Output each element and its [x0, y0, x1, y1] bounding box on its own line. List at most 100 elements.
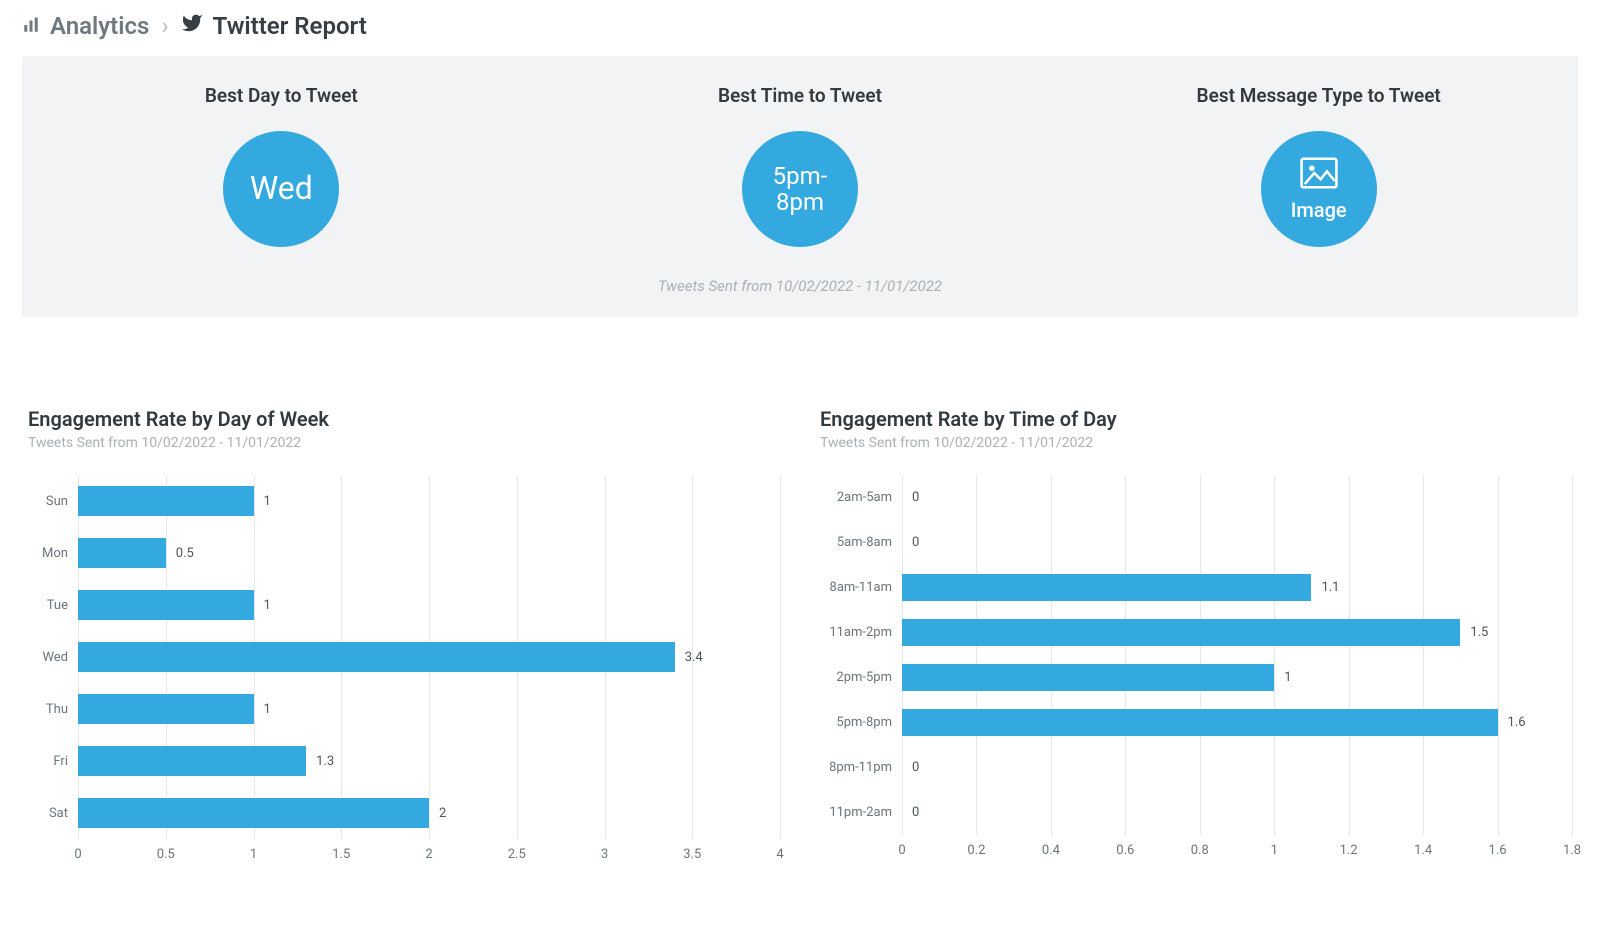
chart-y-label: 8am-11am [820, 565, 902, 610]
chart-grid-line [780, 475, 781, 839]
chart-bar-value: 2 [439, 806, 446, 821]
summary-title: Best Day to Tweet [205, 84, 358, 107]
chart-bar-row: 0.5 [78, 527, 780, 579]
chart-bar[interactable] [902, 709, 1498, 736]
summary-title: Best Time to Tweet [718, 84, 882, 107]
chart-bar-row: 0 [902, 520, 1572, 565]
charts-row: Engagement Rate by Day of Week Tweets Se… [0, 317, 1600, 867]
chart-y-label: 5am-8am [820, 520, 902, 565]
chart-x-tick: 0.5 [157, 847, 175, 862]
summary-value-circle: Wed [223, 131, 339, 247]
chart-bar[interactable] [78, 538, 166, 568]
breadcrumb-twitter-report[interactable]: Twitter Report [181, 12, 367, 40]
chart-y-label: Fri [28, 735, 78, 787]
chart-bar[interactable] [78, 746, 306, 776]
breadcrumb-analytics[interactable]: Analytics [22, 12, 149, 40]
summary-value: 5pm- 8pm [773, 163, 828, 216]
chart-x-tick: 0.4 [1042, 843, 1060, 858]
chart-bar-value: 0 [912, 760, 919, 775]
chart-y-label: 11am-2pm [820, 610, 902, 655]
chart-bar-value: 1 [264, 598, 271, 613]
chart-y-labels: 2am-5am5am-8am8am-11am11am-2pm2pm-5pm5pm… [820, 475, 902, 835]
chart-x-tick: 3 [601, 847, 608, 862]
chart-y-label: 2pm-5pm [820, 655, 902, 700]
chart-y-label: Mon [28, 527, 78, 579]
chart-bar[interactable] [902, 619, 1460, 646]
chart-x-tick: 1.5 [332, 847, 350, 862]
chart-x-tick: 1.4 [1414, 843, 1432, 858]
chart-title: Engagement Rate by Time of Day [820, 407, 1572, 431]
chart-bar-value: 0 [912, 535, 919, 550]
chart-x-axis: 00.511.522.533.54 [78, 841, 780, 867]
chart-x-tick: 0.2 [967, 843, 985, 858]
chart-bar-value: 1 [1284, 670, 1291, 685]
chart-x-tick: 2.5 [508, 847, 526, 862]
chart-bar-row: 1 [78, 475, 780, 527]
chart-x-tick: 4 [776, 847, 783, 862]
chart-x-tick: 1 [250, 847, 257, 862]
chart-x-tick: 1.2 [1340, 843, 1358, 858]
chart-bar-value: 0 [912, 805, 919, 820]
breadcrumb: Analytics › Twitter Report [0, 0, 1600, 50]
chart-bar-row: 1.1 [902, 565, 1572, 610]
chart-bar[interactable] [78, 694, 254, 724]
summary-card-best-day: Best Day to Tweet Wed [22, 84, 541, 247]
chart-bar-row: 0 [902, 475, 1572, 520]
summary-value: Image [1291, 199, 1347, 221]
image-icon [1300, 157, 1338, 193]
chart-bar-row: 1.6 [902, 700, 1572, 745]
chart-x-tick: 1.8 [1563, 843, 1581, 858]
chart-bar[interactable] [78, 486, 254, 516]
chevron-right-icon: › [161, 12, 168, 40]
summary-date-range: Tweets Sent from 10/02/2022 - 11/01/2022 [22, 277, 1578, 295]
chart-bar-value: 1.1 [1321, 580, 1339, 595]
chart-subtitle: Tweets Sent from 10/02/2022 - 11/01/2022 [820, 435, 1572, 451]
chart-x-tick: 0.6 [1116, 843, 1134, 858]
chart-x-tick: 0 [898, 843, 905, 858]
chart-bar-row: 3.4 [78, 631, 780, 683]
chart-bar-row: 1 [78, 579, 780, 631]
chart-x-axis: 00.20.40.60.811.21.41.61.8 [902, 837, 1572, 863]
chart-x-tick: 2 [425, 847, 432, 862]
chart-x-tick: 1 [1271, 843, 1278, 858]
chart-bar[interactable] [78, 590, 254, 620]
chart-title: Engagement Rate by Day of Week [28, 407, 780, 431]
chart-engagement-by-time: Engagement Rate by Time of Day Tweets Se… [820, 407, 1572, 867]
chart-engagement-by-day: Engagement Rate by Day of Week Tweets Se… [28, 407, 780, 867]
chart-bar-row: 0 [902, 745, 1572, 790]
summary-value-circle: 5pm- 8pm [742, 131, 858, 247]
breadcrumb-report-label: Twitter Report [213, 12, 367, 40]
breadcrumb-analytics-label: Analytics [50, 12, 149, 40]
chart-bar[interactable] [78, 642, 675, 672]
chart-bar-row: 1.5 [902, 610, 1572, 655]
summary-value: Wed [250, 171, 313, 206]
summary-panel: Best Day to Tweet Wed Best Time to Tweet… [22, 56, 1578, 317]
chart-bar-row: 1 [902, 655, 1572, 700]
chart-x-tick: 3.5 [683, 847, 701, 862]
chart-subtitle: Tweets Sent from 10/02/2022 - 11/01/2022 [28, 435, 780, 451]
chart-bar[interactable] [902, 574, 1311, 601]
chart-bar-value: 0.5 [176, 546, 194, 561]
chart-bar-value: 1.3 [316, 754, 334, 769]
summary-card-best-type: Best Message Type to Tweet Image [1059, 84, 1578, 247]
chart-bar-row: 2 [78, 787, 780, 839]
summary-value-circle: Image [1261, 131, 1377, 247]
chart-x-tick: 0.8 [1191, 843, 1209, 858]
summary-card-best-time: Best Time to Tweet 5pm- 8pm [541, 84, 1060, 247]
chart-bar-row: 1.3 [78, 735, 780, 787]
chart-bar-value: 3.4 [685, 650, 703, 665]
chart-y-label: 5pm-8pm [820, 700, 902, 745]
chart-plot-area: 1 0.5 1 3.4 1 1.3 2 [78, 475, 780, 839]
chart-bar-value: 1 [264, 494, 271, 509]
chart-bar[interactable] [902, 664, 1274, 691]
chart-y-label: 11pm-2am [820, 790, 902, 835]
chart-bar-value: 1.5 [1470, 625, 1488, 640]
chart-plot-area: 0 0 1.1 1.5 1 1.6 0 0 [902, 475, 1572, 835]
chart-y-label: 2am-5am [820, 475, 902, 520]
chart-y-labels: SunMonTueWedThuFriSat [28, 475, 78, 839]
chart-bar-row: 1 [78, 683, 780, 735]
chart-bar-value: 1 [264, 702, 271, 717]
chart-y-label: Tue [28, 579, 78, 631]
chart-bar[interactable] [78, 798, 429, 828]
chart-y-label: 8pm-11pm [820, 745, 902, 790]
